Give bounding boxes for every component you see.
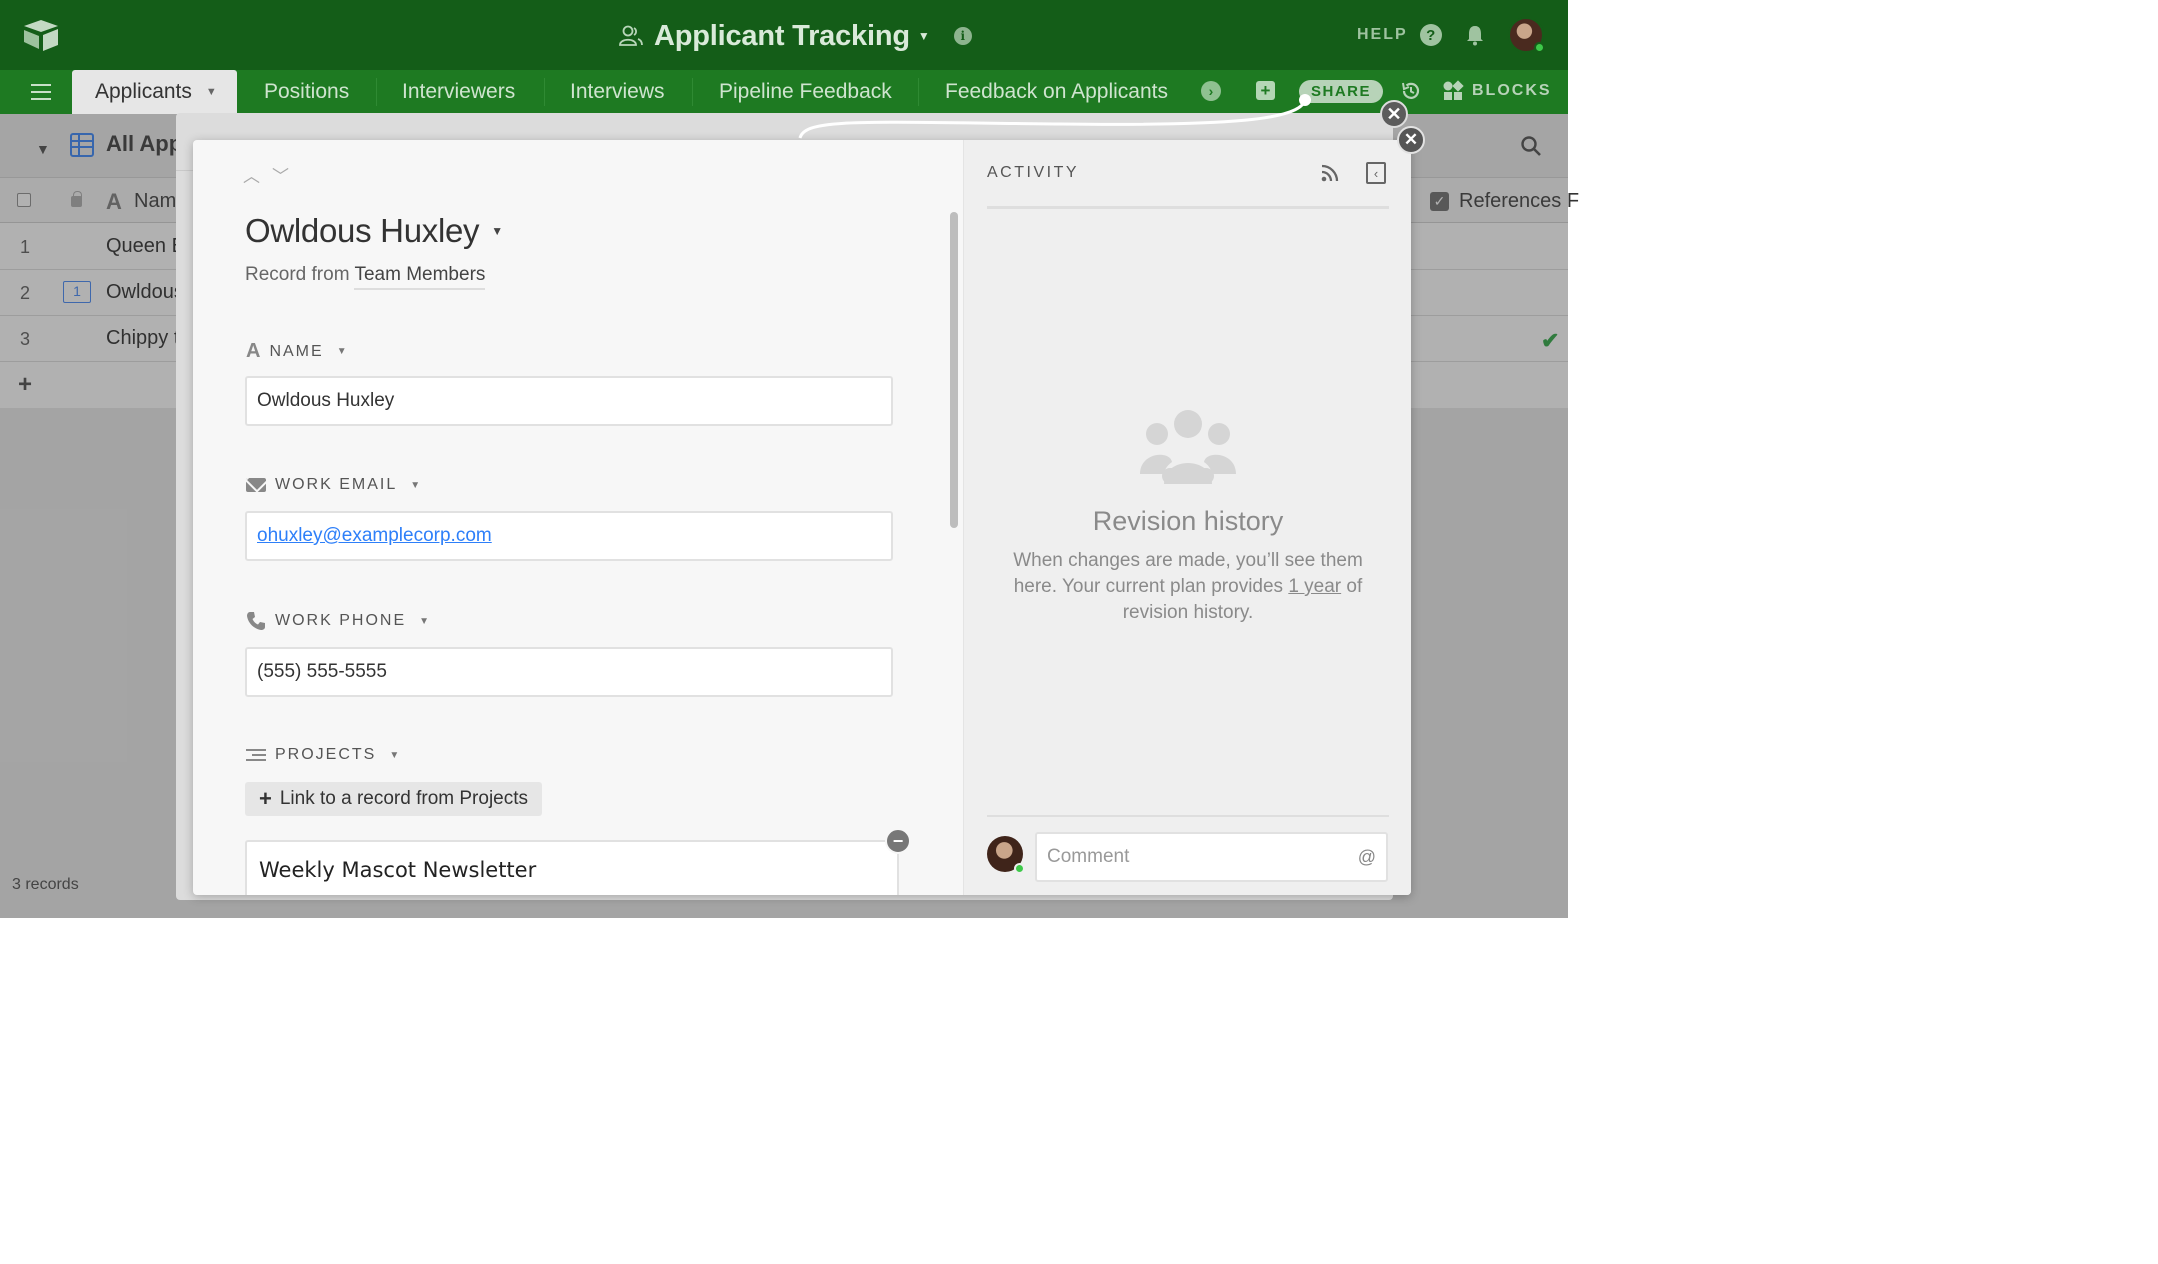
- text-field-icon: A: [246, 340, 261, 362]
- people-icon: [1140, 410, 1236, 484]
- tab-label: Interviewers: [402, 80, 516, 103]
- comment-placeholder: Comment: [1047, 846, 1130, 867]
- record-navigation: ︿ ﹀: [243, 162, 289, 187]
- chevron-down-icon: ▼: [410, 479, 421, 491]
- name-field-input[interactable]: Owldous Huxley: [245, 376, 893, 426]
- top-app-bar: Applicant Tracking ▼ i HELP ?: [0, 0, 1568, 70]
- info-icon[interactable]: i: [953, 27, 972, 45]
- menu-icon[interactable]: [31, 84, 51, 100]
- rss-icon[interactable]: [1320, 163, 1340, 183]
- record-title-text: Owldous Huxley: [245, 212, 480, 249]
- tab-interviews[interactable]: Interviews: [570, 70, 665, 114]
- online-indicator: [1014, 863, 1025, 874]
- tab-divider: [692, 78, 693, 106]
- tab-divider: [376, 78, 377, 106]
- tab-applicants[interactable]: Applicants ▼: [72, 70, 237, 114]
- history-icon[interactable]: [1400, 80, 1422, 102]
- close-icon[interactable]: ✕: [1380, 100, 1408, 128]
- linked-records-icon: [246, 748, 266, 762]
- work-phone-field-input[interactable]: (555) 555-5555: [245, 647, 893, 697]
- close-icon[interactable]: ✕: [1397, 126, 1425, 154]
- chevron-down-icon: ▼: [917, 29, 930, 43]
- field-label-text: WORK PHONE: [275, 612, 407, 629]
- chevron-down-icon: ▼: [389, 749, 400, 761]
- linked-record-card[interactable]: Weekly Mascot Newsletter: [245, 840, 899, 895]
- tab-label: Positions: [264, 80, 350, 103]
- tab-pipeline-feedback[interactable]: Pipeline Feedback: [719, 70, 892, 114]
- revision-history-text: When changes are made, you’ll see them h…: [1004, 548, 1372, 626]
- tab-feedback-on-applicants[interactable]: Feedback on Applicants: [945, 70, 1168, 114]
- link-record-button[interactable]: + Link to a record from Projects: [245, 782, 543, 816]
- record-title[interactable]: Owldous Huxley ▼: [245, 212, 503, 250]
- projects-field-label[interactable]: PROJECTS ▼: [246, 746, 399, 764]
- blocks-label: BLOCKS: [1472, 82, 1552, 99]
- field-label-text: WORK EMAIL: [275, 476, 398, 493]
- tab-label: Pipeline Feedback: [719, 80, 892, 103]
- remove-link-icon[interactable]: −: [885, 828, 911, 854]
- base-title-text: Applicant Tracking: [654, 19, 910, 52]
- plus-icon: +: [259, 786, 272, 811]
- tab-divider: [544, 78, 545, 106]
- collapse-panel-icon[interactable]: ‹: [1366, 162, 1386, 184]
- tab-label: Applicants: [95, 80, 192, 103]
- user-avatar: [987, 836, 1025, 874]
- record-source-table-link[interactable]: Team Members: [354, 264, 486, 290]
- chevron-up-icon[interactable]: ︿: [243, 162, 260, 187]
- activity-panel: ACTIVITY ‹ Revision history When changes…: [963, 140, 1411, 895]
- online-indicator: [1534, 42, 1545, 53]
- tab-label: Interviews: [570, 80, 665, 103]
- record-source-prefix: Record from: [245, 264, 350, 285]
- chevron-down-icon: ▼: [419, 615, 430, 627]
- add-table-icon[interactable]: +: [1256, 81, 1275, 100]
- field-label-text: PROJECTS: [275, 746, 377, 763]
- phone-icon: [247, 612, 265, 630]
- more-tabs-icon[interactable]: ›: [1201, 81, 1221, 101]
- work-email-field-input[interactable]: ohuxley@examplecorp.com: [245, 511, 893, 561]
- comment-input[interactable]: Comment @: [1035, 832, 1388, 882]
- activity-title: ACTIVITY: [987, 164, 1080, 181]
- revision-plan-link[interactable]: 1 year: [1288, 576, 1341, 597]
- chevron-down-icon: ▼: [336, 346, 347, 357]
- tab-label: Feedback on Applicants: [945, 80, 1168, 103]
- mention-icon[interactable]: @: [1358, 847, 1376, 868]
- link-record-button-label: Link to a record from Projects: [279, 788, 529, 809]
- tab-positions[interactable]: Positions: [264, 70, 349, 114]
- chevron-down-icon[interactable]: ﹀: [272, 162, 289, 187]
- bell-icon[interactable]: [1465, 24, 1485, 46]
- team-icon: [619, 25, 643, 46]
- base-title[interactable]: Applicant Tracking ▼ i: [618, 16, 972, 56]
- share-button[interactable]: SHARE: [1299, 80, 1383, 103]
- field-label-text: NAME: [269, 342, 324, 360]
- tab-divider: [918, 78, 919, 106]
- work-phone-field-label[interactable]: WORK PHONE ▼: [246, 611, 429, 631]
- tab-interviewers[interactable]: Interviewers: [402, 70, 515, 114]
- email-icon: [246, 478, 266, 492]
- divider: [987, 206, 1389, 209]
- chevron-down-icon: ▼: [205, 86, 217, 98]
- help-icon: ?: [1419, 24, 1442, 46]
- record-source: Record from Team Members: [245, 264, 486, 290]
- help-label: HELP: [1357, 26, 1408, 43]
- blocks-button[interactable]: BLOCKS: [1442, 80, 1552, 102]
- user-avatar[interactable]: [1508, 17, 1545, 53]
- work-email-field-label[interactable]: WORK EMAIL ▼: [246, 476, 420, 494]
- divider: [987, 815, 1389, 817]
- blocks-icon: [1443, 80, 1464, 100]
- scrollbar[interactable]: [950, 212, 958, 528]
- airtable-logo-icon[interactable]: [22, 18, 60, 52]
- help-button[interactable]: HELP ?: [1357, 24, 1442, 46]
- revision-history-title: Revision history: [1092, 506, 1284, 536]
- name-field-label[interactable]: A NAME ▼: [246, 340, 347, 363]
- chevron-down-icon: ▼: [491, 224, 504, 238]
- expanded-record-dialog: ︿ ﹀ Owldous Huxley ▼ Record from Team Me…: [193, 140, 1411, 895]
